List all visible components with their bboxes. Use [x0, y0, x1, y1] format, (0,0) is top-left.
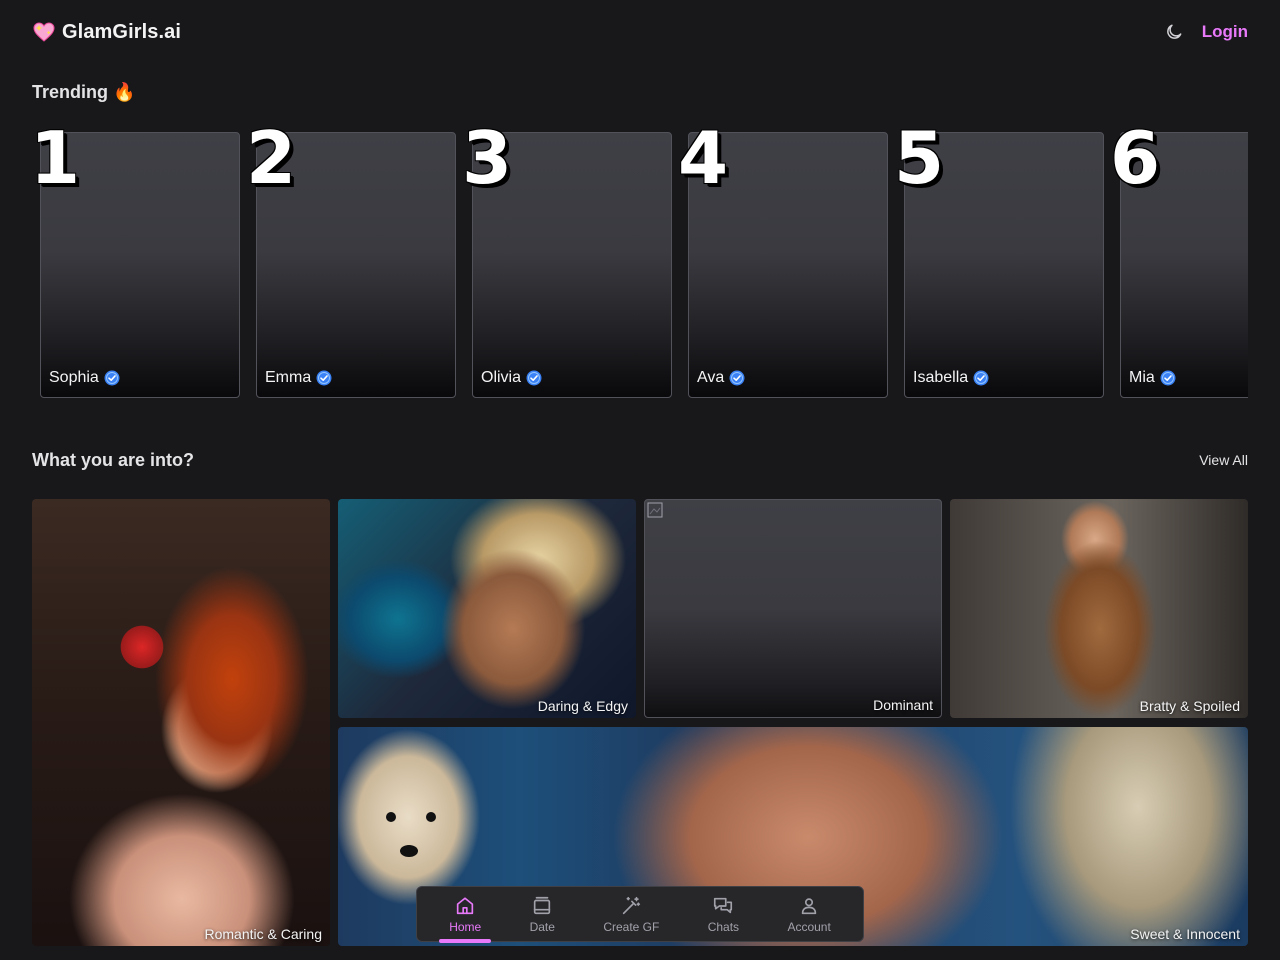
- trending-card-caption: Olivia: [481, 369, 542, 387]
- nav-account[interactable]: Account: [775, 887, 842, 941]
- trending-rank: 4: [678, 124, 729, 200]
- home-icon: [457, 896, 474, 914]
- category-romantic-caring[interactable]: Romantic & Caring: [32, 499, 330, 946]
- header-actions: Login: [1164, 22, 1248, 42]
- nav-date[interactable]: Date: [518, 887, 567, 941]
- nav-label: Account: [787, 919, 831, 934]
- nav-label: Home: [449, 919, 482, 934]
- chat-bubbles-icon: [714, 897, 733, 913]
- trending-title: Trending 🔥: [32, 82, 136, 102]
- trending-card-caption: Emma: [265, 369, 332, 387]
- trending-card-name: Olivia: [481, 369, 522, 386]
- trending-card-name: Isabella: [913, 369, 969, 386]
- trending-card-caption: Isabella: [913, 369, 989, 387]
- view-all-link[interactable]: View All: [1199, 452, 1248, 468]
- brand[interactable]: GlamGirls.ai: [32, 20, 181, 44]
- trending-rank: 3: [462, 124, 513, 200]
- teddy-bear-eye: [386, 812, 396, 822]
- trending-card-ava[interactable]: Ava 4: [678, 124, 888, 400]
- magic-wand-icon: [623, 896, 641, 914]
- trending-rank: 5: [894, 124, 945, 200]
- verified-badge-icon: [729, 370, 745, 386]
- category-label: Sweet & Innocent: [1130, 926, 1240, 942]
- teddy-bear-nose: [400, 845, 418, 857]
- category-daring-edgy[interactable]: Daring & Edgy: [338, 499, 636, 718]
- nav-label: Chats: [707, 919, 740, 934]
- cards-icon: [534, 896, 551, 914]
- category-label: Bratty & Spoiled: [1139, 698, 1240, 714]
- page: GlamGirls.ai Login Trending 🔥 Sophia 1 E…: [0, 0, 1280, 960]
- trending-card-olivia[interactable]: Olivia 3: [462, 124, 672, 400]
- bottom-nav: Home Date Create GF Chats Account: [416, 886, 864, 943]
- trending-card-name: Ava: [697, 369, 725, 386]
- nav-home[interactable]: Home: [437, 887, 493, 943]
- category-label: Romantic & Caring: [204, 926, 323, 942]
- trending-card-isabella[interactable]: Isabella 5: [894, 124, 1104, 400]
- trending-card-name: Emma: [265, 369, 312, 386]
- trending-carousel[interactable]: Sophia 1 Emma 2 Olivia 3 Ava 4 Isabella …: [32, 124, 1248, 400]
- category-label: Dominant: [873, 697, 933, 713]
- broken-image-icon: [647, 502, 663, 518]
- nav-create-gf[interactable]: Create GF: [591, 887, 671, 941]
- trending-card-caption: Sophia: [49, 369, 120, 387]
- verified-badge-icon: [316, 370, 332, 386]
- nav-active-indicator: [439, 939, 492, 943]
- trending-rank: 1: [32, 124, 81, 200]
- trending-card-sophia[interactable]: Sophia 1: [32, 124, 240, 400]
- trending-card-mia[interactable]: Mia 6: [1110, 124, 1248, 400]
- trending-card-caption: Mia: [1129, 369, 1176, 387]
- nav-label: Create GF: [603, 919, 660, 934]
- nav-label: Date: [529, 919, 555, 934]
- categories-title: What you are into?: [32, 450, 194, 470]
- trending-rank: 2: [246, 124, 297, 200]
- moon-icon[interactable]: [1164, 22, 1184, 42]
- trending-card-name: Sophia: [49, 369, 99, 386]
- login-link[interactable]: Login: [1202, 22, 1248, 42]
- trending-card-name: Mia: [1129, 369, 1155, 386]
- sparkling-heart-icon: [33, 22, 55, 42]
- trending-rank: 6: [1110, 124, 1161, 200]
- header: GlamGirls.ai Login: [32, 14, 1248, 50]
- teddy-bear-eye: [426, 812, 436, 822]
- category-bratty-spoiled[interactable]: Bratty & Spoiled: [950, 499, 1248, 718]
- user-icon: [801, 897, 817, 914]
- nav-chats[interactable]: Chats: [696, 887, 751, 941]
- verified-badge-icon: [973, 370, 989, 386]
- category-label: Daring & Edgy: [537, 698, 628, 714]
- verified-badge-icon: [104, 370, 120, 386]
- verified-badge-icon: [1160, 370, 1176, 386]
- category-dominant[interactable]: Dominant: [644, 499, 942, 718]
- brand-name: GlamGirls.ai: [62, 20, 182, 43]
- verified-badge-icon: [526, 370, 542, 386]
- trending-card-caption: Ava: [697, 369, 745, 387]
- trending-card-emma[interactable]: Emma 2: [246, 124, 456, 400]
